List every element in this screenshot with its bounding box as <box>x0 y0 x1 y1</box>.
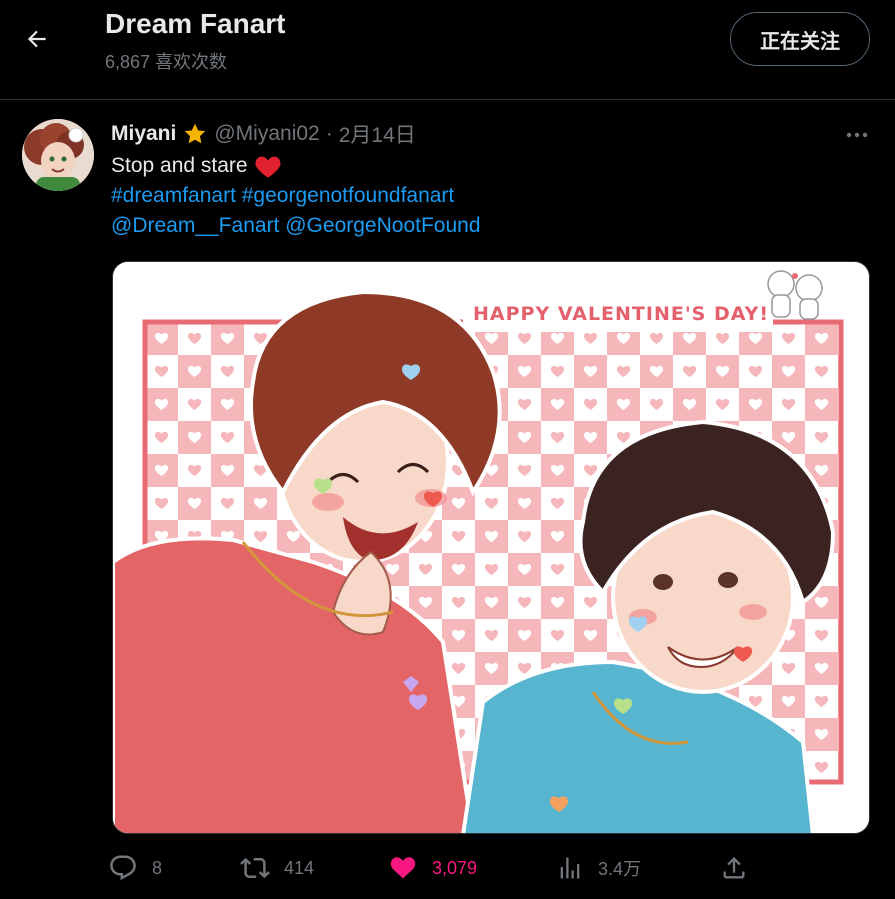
like-button[interactable]: 3,079 <box>388 850 477 886</box>
separator-dot: · <box>325 122 333 145</box>
more-icon <box>846 132 868 138</box>
more-options-button[interactable] <box>840 122 874 148</box>
tweet-text-content: Stop and stare <box>111 154 248 177</box>
tweet-image[interactable]: HAPPY VALENTINE'S DAY! <box>112 261 870 834</box>
tweet-action-bar: 8 414 3,079 3.4万 <box>108 850 758 886</box>
tweet-date[interactable]: 2月14日 <box>339 119 416 149</box>
back-button[interactable] <box>18 20 56 58</box>
heart-filled-icon <box>390 857 416 879</box>
mention-link[interactable]: @GeorgeNootFound <box>285 214 480 237</box>
share-icon <box>723 857 745 879</box>
page-title: Dream Fanart <box>105 8 286 39</box>
fanart-illustration: HAPPY VALENTINE'S DAY! <box>113 262 869 833</box>
reply-button[interactable]: 8 <box>108 850 162 886</box>
share-button[interactable] <box>720 850 748 886</box>
author-handle[interactable]: @Miyani02 <box>214 122 319 146</box>
reply-icon <box>110 855 136 881</box>
mention-line: @Dream__Fanart @GeorgeNootFound <box>111 214 481 238</box>
retweet-icon <box>240 857 270 879</box>
following-button[interactable]: 正在关注 <box>730 12 870 66</box>
avatar-image <box>22 119 94 191</box>
star-icon <box>182 121 208 147</box>
reply-count: 8 <box>152 857 163 878</box>
mention-link[interactable]: @Dream__Fanart <box>111 214 279 237</box>
views-button[interactable]: 3.4万 <box>556 850 641 886</box>
like-count: 3,079 <box>432 857 478 878</box>
retweet-button[interactable]: 414 <box>240 850 314 886</box>
author-name[interactable]: Miyani <box>111 122 176 146</box>
views-count: 3.4万 <box>598 859 642 879</box>
avatar[interactable] <box>22 119 94 191</box>
tweet-text: Stop and stare <box>111 153 282 179</box>
retweet-count: 414 <box>284 857 315 878</box>
hashtag-link[interactable]: #georgenotfoundfanart <box>242 184 455 207</box>
likes-count-subtitle: 6,867 喜欢次数 <box>105 52 228 72</box>
banner-text: HAPPY VALENTINE'S DAY! <box>473 303 769 325</box>
top-header: Dream Fanart 6,867 喜欢次数 正在关注 <box>0 0 895 100</box>
heart-emoji-icon <box>254 153 282 179</box>
hashtag-link[interactable]: #dreamfanart <box>111 184 236 207</box>
arrow-left-icon <box>27 30 46 48</box>
hashtag-line: #dreamfanart #georgenotfoundfanart <box>111 184 454 208</box>
tweet-author-row: Miyani @Miyani02 · 2月14日 <box>111 120 416 148</box>
bar-chart-icon <box>560 857 580 879</box>
